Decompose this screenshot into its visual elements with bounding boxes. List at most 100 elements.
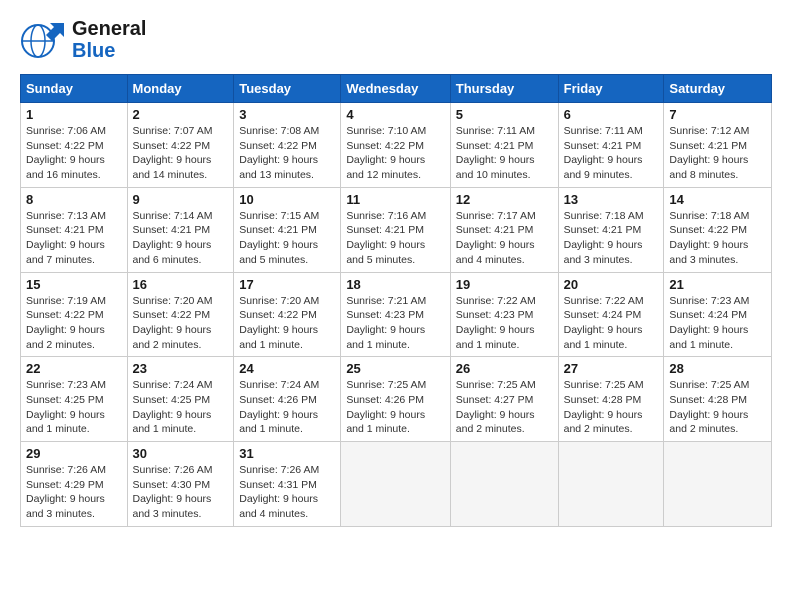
- weekday-friday: Friday: [558, 75, 664, 103]
- day-number: 2: [133, 107, 229, 122]
- day-info: Sunrise: 7:24 AM Sunset: 4:26 PM Dayligh…: [239, 378, 335, 437]
- day-number: 7: [669, 107, 766, 122]
- calendar-cell: 20 Sunrise: 7:22 AM Sunset: 4:24 PM Dayli…: [558, 272, 664, 357]
- day-number: 16: [133, 277, 229, 292]
- logo-icon: [20, 21, 64, 59]
- day-info: Sunrise: 7:19 AM Sunset: 4:22 PM Dayligh…: [26, 294, 122, 353]
- day-info: Sunrise: 7:17 AM Sunset: 4:21 PM Dayligh…: [456, 209, 553, 268]
- day-info: Sunrise: 7:07 AM Sunset: 4:22 PM Dayligh…: [133, 124, 229, 183]
- day-number: 18: [346, 277, 444, 292]
- calendar-week-5: 29 Sunrise: 7:26 AM Sunset: 4:29 PM Dayli…: [21, 442, 772, 527]
- day-number: 13: [564, 192, 659, 207]
- day-info: Sunrise: 7:26 AM Sunset: 4:30 PM Dayligh…: [133, 463, 229, 522]
- calendar-cell: 12 Sunrise: 7:17 AM Sunset: 4:21 PM Dayli…: [450, 187, 558, 272]
- calendar-cell: 15 Sunrise: 7:19 AM Sunset: 4:22 PM Dayli…: [21, 272, 128, 357]
- weekday-thursday: Thursday: [450, 75, 558, 103]
- day-number: 21: [669, 277, 766, 292]
- day-number: 31: [239, 446, 335, 461]
- calendar-week-4: 22Sunrise: 7:23 AM Sunset: 4:25 PM Dayli…: [21, 357, 772, 442]
- calendar-cell: 19 Sunrise: 7:22 AM Sunset: 4:23 PM Dayli…: [450, 272, 558, 357]
- logo-text-general: General: [72, 18, 146, 40]
- day-info: Sunrise: 7:06 AM Sunset: 4:22 PM Dayligh…: [26, 124, 122, 183]
- day-info: Sunrise: 7:26 AM Sunset: 4:29 PM Dayligh…: [26, 463, 122, 522]
- calendar-cell: 2 Sunrise: 7:07 AM Sunset: 4:22 PM Daylig…: [127, 103, 234, 188]
- day-number: 30: [133, 446, 229, 461]
- weekday-saturday: Saturday: [664, 75, 772, 103]
- calendar-cell: 11 Sunrise: 7:16 AM Sunset: 4:21 PM Dayli…: [341, 187, 450, 272]
- calendar-cell: [664, 442, 772, 527]
- day-number: 15: [26, 277, 122, 292]
- day-number: 19: [456, 277, 553, 292]
- calendar-cell: [558, 442, 664, 527]
- calendar-cell: 10 Sunrise: 7:15 AM Sunset: 4:21 PM Dayli…: [234, 187, 341, 272]
- day-info: Sunrise: 7:24 AM Sunset: 4:25 PM Dayligh…: [133, 378, 229, 437]
- day-number: 28: [669, 361, 766, 376]
- calendar-cell: 4Sunrise: 7:10 AM Sunset: 4:22 PM Daylig…: [341, 103, 450, 188]
- weekday-tuesday: Tuesday: [234, 75, 341, 103]
- day-info: Sunrise: 7:21 AM Sunset: 4:23 PM Dayligh…: [346, 294, 444, 353]
- calendar-cell: 13 Sunrise: 7:18 AM Sunset: 4:21 PM Dayli…: [558, 187, 664, 272]
- logo: General Blue: [20, 18, 146, 62]
- day-info: Sunrise: 7:12 AM Sunset: 4:21 PM Dayligh…: [669, 124, 766, 183]
- day-info: Sunrise: 7:26 AM Sunset: 4:31 PM Dayligh…: [239, 463, 335, 522]
- calendar-cell: [450, 442, 558, 527]
- day-number: 6: [564, 107, 659, 122]
- calendar-cell: 27Sunrise: 7:25 AM Sunset: 4:28 PM Dayli…: [558, 357, 664, 442]
- calendar-cell: 23Sunrise: 7:24 AM Sunset: 4:25 PM Dayli…: [127, 357, 234, 442]
- calendar-cell: 29 Sunrise: 7:26 AM Sunset: 4:29 PM Dayli…: [21, 442, 128, 527]
- day-number: 3: [239, 107, 335, 122]
- calendar-cell: 3Sunrise: 7:08 AM Sunset: 4:22 PM Daylig…: [234, 103, 341, 188]
- calendar-cell: [341, 442, 450, 527]
- calendar-cell: 28 Sunrise: 7:25 AM Sunset: 4:28 PM Dayli…: [664, 357, 772, 442]
- header: General Blue: [20, 18, 772, 62]
- day-info: Sunrise: 7:10 AM Sunset: 4:22 PM Dayligh…: [346, 124, 444, 183]
- calendar-cell: 8 Sunrise: 7:13 AM Sunset: 4:21 PM Daylig…: [21, 187, 128, 272]
- day-info: Sunrise: 7:23 AM Sunset: 4:24 PM Dayligh…: [669, 294, 766, 353]
- calendar-cell: 6 Sunrise: 7:11 AM Sunset: 4:21 PM Daylig…: [558, 103, 664, 188]
- day-info: Sunrise: 7:22 AM Sunset: 4:24 PM Dayligh…: [564, 294, 659, 353]
- calendar-cell: 5 Sunrise: 7:11 AM Sunset: 4:21 PM Daylig…: [450, 103, 558, 188]
- day-info: Sunrise: 7:13 AM Sunset: 4:21 PM Dayligh…: [26, 209, 122, 268]
- calendar-cell: 22Sunrise: 7:23 AM Sunset: 4:25 PM Dayli…: [21, 357, 128, 442]
- calendar-table: SundayMondayTuesdayWednesdayThursdayFrid…: [20, 74, 772, 527]
- calendar-week-1: 1 Sunrise: 7:06 AM Sunset: 4:22 PM Daylig…: [21, 103, 772, 188]
- day-info: Sunrise: 7:11 AM Sunset: 4:21 PM Dayligh…: [456, 124, 553, 183]
- calendar-body: 1 Sunrise: 7:06 AM Sunset: 4:22 PM Daylig…: [21, 103, 772, 527]
- day-info: Sunrise: 7:18 AM Sunset: 4:21 PM Dayligh…: [564, 209, 659, 268]
- day-info: Sunrise: 7:15 AM Sunset: 4:21 PM Dayligh…: [239, 209, 335, 268]
- day-info: Sunrise: 7:18 AM Sunset: 4:22 PM Dayligh…: [669, 209, 766, 268]
- weekday-monday: Monday: [127, 75, 234, 103]
- day-number: 1: [26, 107, 122, 122]
- day-number: 29: [26, 446, 122, 461]
- day-number: 8: [26, 192, 122, 207]
- calendar-cell: 9Sunrise: 7:14 AM Sunset: 4:21 PM Daylig…: [127, 187, 234, 272]
- day-number: 10: [239, 192, 335, 207]
- day-number: 20: [564, 277, 659, 292]
- page: General Blue SundayMondayTuesdayWednesda…: [0, 0, 792, 537]
- logo-text-blue: Blue: [72, 40, 146, 62]
- day-number: 11: [346, 192, 444, 207]
- day-number: 27: [564, 361, 659, 376]
- day-info: Sunrise: 7:16 AM Sunset: 4:21 PM Dayligh…: [346, 209, 444, 268]
- calendar-cell: 16 Sunrise: 7:20 AM Sunset: 4:22 PM Dayli…: [127, 272, 234, 357]
- day-info: Sunrise: 7:25 AM Sunset: 4:27 PM Dayligh…: [456, 378, 553, 437]
- day-info: Sunrise: 7:25 AM Sunset: 4:28 PM Dayligh…: [669, 378, 766, 437]
- calendar-cell: 14Sunrise: 7:18 AM Sunset: 4:22 PM Dayli…: [664, 187, 772, 272]
- day-number: 26: [456, 361, 553, 376]
- calendar-cell: 7 Sunrise: 7:12 AM Sunset: 4:21 PM Daylig…: [664, 103, 772, 188]
- day-info: Sunrise: 7:20 AM Sunset: 4:22 PM Dayligh…: [133, 294, 229, 353]
- day-info: Sunrise: 7:11 AM Sunset: 4:21 PM Dayligh…: [564, 124, 659, 183]
- day-info: Sunrise: 7:22 AM Sunset: 4:23 PM Dayligh…: [456, 294, 553, 353]
- day-number: 12: [456, 192, 553, 207]
- day-number: 9: [133, 192, 229, 207]
- day-number: 17: [239, 277, 335, 292]
- calendar-cell: 25Sunrise: 7:25 AM Sunset: 4:26 PM Dayli…: [341, 357, 450, 442]
- day-number: 25: [346, 361, 444, 376]
- calendar-cell: 24Sunrise: 7:24 AM Sunset: 4:26 PM Dayli…: [234, 357, 341, 442]
- calendar-week-2: 8 Sunrise: 7:13 AM Sunset: 4:21 PM Daylig…: [21, 187, 772, 272]
- day-info: Sunrise: 7:23 AM Sunset: 4:25 PM Dayligh…: [26, 378, 122, 437]
- calendar-cell: 1 Sunrise: 7:06 AM Sunset: 4:22 PM Daylig…: [21, 103, 128, 188]
- weekday-sunday: Sunday: [21, 75, 128, 103]
- day-number: 5: [456, 107, 553, 122]
- calendar-header: SundayMondayTuesdayWednesdayThursdayFrid…: [21, 75, 772, 103]
